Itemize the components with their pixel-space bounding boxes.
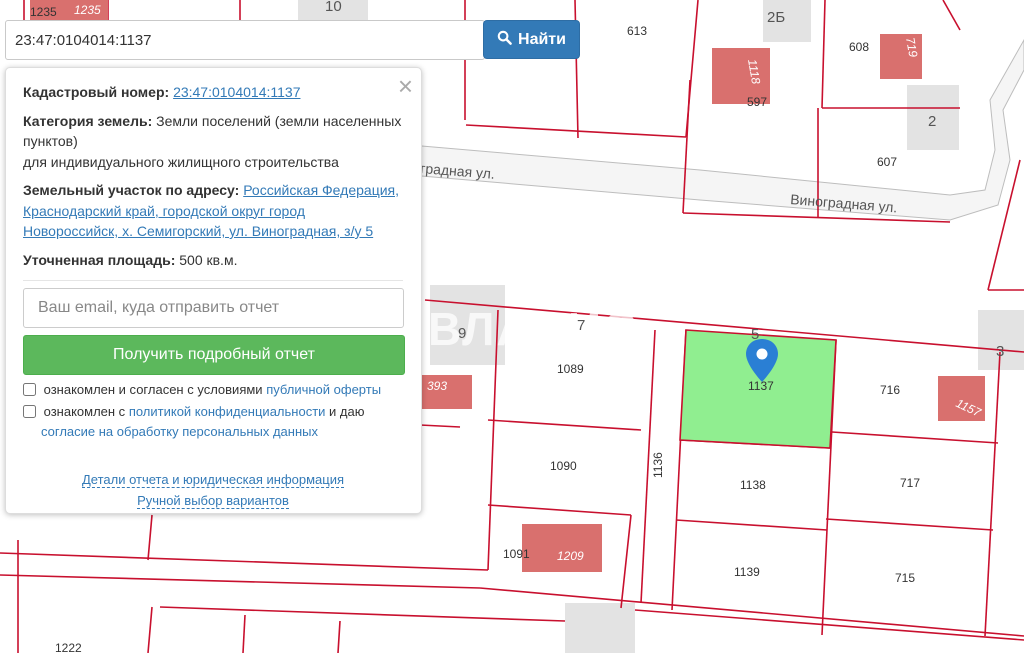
email-input[interactable] [23,288,404,328]
manual-selection-link[interactable]: Ручной выбор вариантов [137,493,289,509]
privacy-policy-link[interactable]: политикой конфиденциальности [129,404,326,419]
consent-privacy-row: ознакомлен с политикой конфиденциальност… [23,402,403,442]
plot-number: 717 [900,476,920,490]
consent-offer-row: ознакомлен и согласен с условиями публич… [23,380,403,400]
house-number: 2 [928,113,936,130]
land-use-value: для индивидуального жилищного строительс… [23,153,339,170]
plot-number: 1090 [550,459,577,473]
get-report-button[interactable]: Получить подробный отчет [23,335,405,375]
cadastral-number-label: Кадастровый номер: [23,84,170,100]
plot-number: 1139 [734,565,760,579]
cadastral-search-input[interactable] [5,20,485,60]
house-number: 10 [325,0,342,15]
search-icon [497,30,512,50]
address-row: Земельный участок по адресу: Российская … [23,180,403,242]
consent-offer-text: ознакомлен и согласен с условиями [43,382,263,397]
personal-data-consent-link[interactable]: согласие на обработку персональных данны… [41,424,318,439]
plot-number: 1222 [55,641,82,653]
plot-number: 716 [880,383,900,397]
plot-number: 1089 [557,362,584,376]
search-button[interactable]: Найти [483,20,580,59]
plot-number: 607 [877,155,897,169]
report-details-link[interactable]: Детали отчета и юридическая информация [81,472,345,488]
plot-number: 1138 [740,478,766,492]
land-category-label: Категория земель: [23,112,153,129]
bottom-links: Детали отчета и юридическая информация Р… [23,469,403,511]
plot-info-panel: × Кадастровый номер: 23:47:0104014:1137 … [5,67,422,514]
address-label: Земельный участок по адресу: [23,182,240,198]
get-report-label: Получить подробный отчет [113,345,315,363]
watermark-logo: ВЛАДИС [428,303,638,355]
plot-number: 608 [849,40,869,54]
search-button-label: Найти [518,30,566,48]
close-icon[interactable]: × [398,71,413,101]
consent-privacy-mid: и даю [329,404,365,419]
area-row: Уточненная площадь: 500 кв.м. [23,250,403,271]
offer-checkbox[interactable] [23,383,36,396]
divider [23,280,403,281]
privacy-checkbox[interactable] [23,405,36,418]
cadastral-number-link[interactable]: 23:47:0104014:1137 [173,84,300,100]
building-number: 1209 [557,549,584,563]
plot-number: 1136 [651,452,665,478]
public-offer-link[interactable]: публичной оферты [266,382,381,397]
selected-plot-number: 1137 [748,379,774,393]
land-category-row: Категория земель: Земли поселений (земли… [23,111,403,173]
plot-number: 1235 [30,5,57,19]
area-value: 500 кв.м. [179,251,238,268]
plot-number: 613 [627,24,647,38]
cadastral-number-row: Кадастровый номер: 23:47:0104014:1137 [23,82,403,103]
plot-number: 1091 [503,547,530,561]
consent-privacy-text: ознакомлен с [43,404,126,419]
plot-number: 715 [895,571,915,585]
building-number: 393 [427,379,447,393]
plot-number: 597 [747,95,767,109]
house-number: 2Б [767,9,785,26]
area-label: Уточненная площадь: [23,251,176,268]
house-number: 3 [996,343,1004,360]
building-number: 1235 [74,3,101,17]
